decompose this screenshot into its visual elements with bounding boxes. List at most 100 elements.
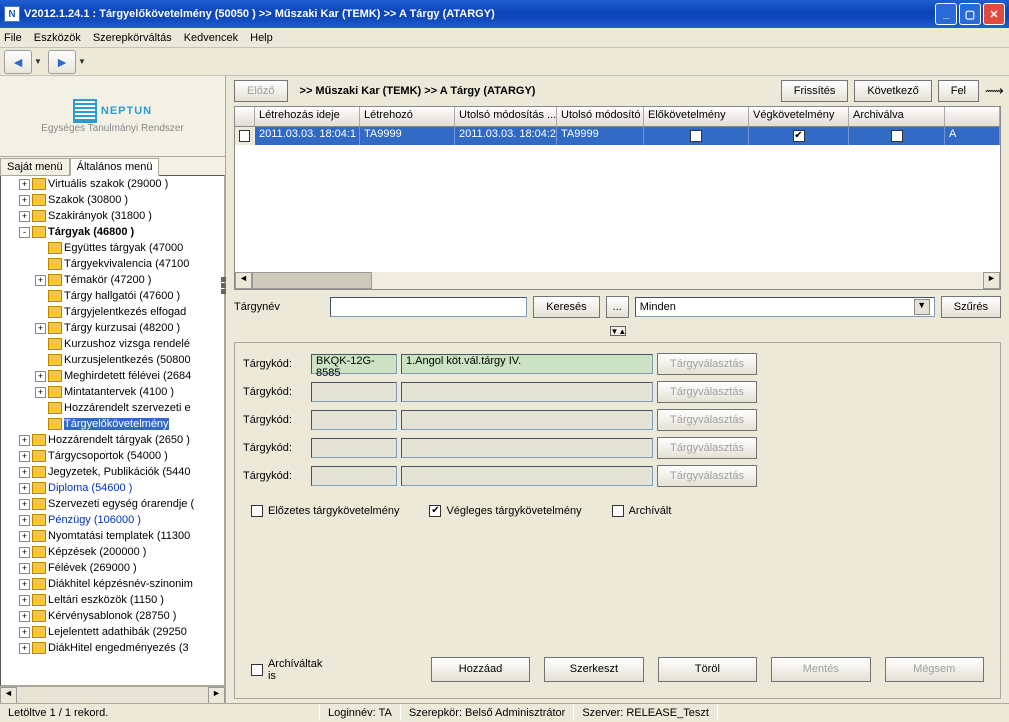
data-grid[interactable]: Létrehozás ideje Létrehozó Utolsó módosí…: [234, 106, 1001, 290]
menu-help[interactable]: Help: [250, 32, 273, 44]
grid-header-created[interactable]: Létrehozás ideje: [255, 107, 360, 126]
tree-scrollbar[interactable]: ◄►: [0, 686, 225, 703]
splitter-handle[interactable]: [221, 276, 226, 295]
check-archived[interactable]: [612, 505, 624, 517]
edit-button[interactable]: Szerkeszt: [544, 657, 643, 682]
prev-button[interactable]: Előző: [234, 80, 288, 102]
tree-item[interactable]: +Szakirányok (31800 ): [1, 208, 224, 224]
tree-item[interactable]: +Diákhitel képzésnév-szinonim: [1, 576, 224, 592]
tree-item[interactable]: +Mintatantervek (4100 ): [1, 384, 224, 400]
navigation-tree[interactable]: +Virtuális szakok (29000 )+Szakok (30800…: [0, 175, 225, 686]
nav-back-button[interactable]: ◄: [4, 50, 32, 74]
tree-expand-icon[interactable]: +: [19, 563, 30, 574]
tree-item[interactable]: -Tárgyak (46800 ): [1, 224, 224, 240]
check-final[interactable]: ✔: [429, 505, 441, 517]
close-button[interactable]: ✕: [983, 3, 1005, 25]
grid-header-checkbox[interactable]: [235, 107, 255, 126]
tree-item[interactable]: +Félévek (269000 ): [1, 560, 224, 576]
tree-expand-icon[interactable]: +: [19, 451, 30, 462]
grid-header-archived[interactable]: Archiválva: [849, 107, 945, 126]
tree-item[interactable]: +Jegyzetek, Publikációk (5440: [1, 464, 224, 480]
tree-expand-icon[interactable]: +: [19, 467, 30, 478]
choose-subject-button-4[interactable]: Tárgyválasztás: [657, 465, 757, 487]
tree-expand-icon[interactable]: +: [35, 275, 46, 286]
tree-expand-icon[interactable]: +: [19, 179, 30, 190]
table-row[interactable]: 2011.03.03. 18:04:1 TA9999 2011.03.03. 1…: [235, 127, 1000, 145]
choose-subject-button-0[interactable]: Tárgyválasztás: [657, 353, 757, 375]
tree-item[interactable]: Tárgyelőkövetelmény: [1, 416, 224, 432]
search-more-button[interactable]: ...: [606, 296, 629, 318]
tree-item[interactable]: Tárgyjelentkezés elfogad: [1, 304, 224, 320]
tree-item[interactable]: +Meghirdetett félévei (2684: [1, 368, 224, 384]
tree-expand-icon[interactable]: +: [19, 579, 30, 590]
search-input[interactable]: [330, 297, 527, 317]
tree-expand-icon[interactable]: +: [35, 371, 46, 382]
grid-header-modified[interactable]: Utolsó módosítás ...: [455, 107, 557, 126]
tab-own-menu[interactable]: Saját menü: [0, 158, 70, 176]
tree-item[interactable]: +Nyomtatási templatek (11300: [1, 528, 224, 544]
tree-item[interactable]: +Témakör (47200 ): [1, 272, 224, 288]
next-button[interactable]: Következő: [854, 80, 931, 102]
tree-item[interactable]: Kurzusjelentkezés (50800: [1, 352, 224, 368]
check-archived-also[interactable]: [251, 664, 263, 676]
tree-item[interactable]: +Képzések (200000 ): [1, 544, 224, 560]
grid-header-pre[interactable]: Előkövetelmény: [644, 107, 749, 126]
nav-forward-dropdown[interactable]: ▼: [78, 57, 90, 66]
tree-item[interactable]: +Kérvénysablonok (28750 ): [1, 608, 224, 624]
tree-expand-icon[interactable]: +: [19, 531, 30, 542]
tree-item[interactable]: +Lejelentett adathibák (29250: [1, 624, 224, 640]
grid-scrollbar[interactable]: ◄►: [235, 272, 1000, 289]
tree-item[interactable]: Együttes tárgyak (47000: [1, 240, 224, 256]
tree-expand-icon[interactable]: +: [19, 435, 30, 446]
tree-item[interactable]: +Tárgy kurzusai (48200 ): [1, 320, 224, 336]
tree-item[interactable]: +Diploma (54600 ): [1, 480, 224, 496]
grid-header-modifier[interactable]: Utolsó módosító: [557, 107, 644, 126]
minimize-button[interactable]: _: [935, 3, 957, 25]
filter-button[interactable]: Szűrés: [941, 296, 1001, 318]
tree-expand-icon[interactable]: +: [19, 547, 30, 558]
add-button[interactable]: Hozzáad: [431, 657, 530, 682]
delete-button[interactable]: Töröl: [658, 657, 757, 682]
tree-item[interactable]: Tárgyekvivalencia (47100: [1, 256, 224, 272]
choose-subject-button-2[interactable]: Tárgyválasztás: [657, 409, 757, 431]
collapse-up-icon[interactable]: ▼▲: [610, 326, 626, 336]
tree-item[interactable]: +Szakok (30800 ): [1, 192, 224, 208]
row-checkbox[interactable]: [239, 130, 250, 142]
tree-item[interactable]: +Hozzárendelt tárgyak (2650 ): [1, 432, 224, 448]
menu-favorites[interactable]: Kedvencek: [184, 32, 238, 44]
tree-expand-icon[interactable]: +: [35, 323, 46, 334]
tree-expand-icon[interactable]: +: [19, 211, 30, 222]
tree-expand-icon[interactable]: -: [19, 227, 30, 238]
tree-item[interactable]: +Leltári eszközök (1150 ): [1, 592, 224, 608]
menu-file[interactable]: File: [4, 32, 22, 44]
save-button[interactable]: Mentés: [771, 657, 870, 682]
search-combo[interactable]: Minden▼: [635, 297, 935, 317]
tree-expand-icon[interactable]: +: [19, 515, 30, 526]
tree-expand-icon[interactable]: +: [35, 387, 46, 398]
tree-expand-icon[interactable]: +: [19, 499, 30, 510]
tree-item[interactable]: Kurzushoz vizsga rendelé: [1, 336, 224, 352]
cell-pre-checkbox[interactable]: [690, 130, 702, 142]
menu-roleswitch[interactable]: Szerepkörváltás: [93, 32, 172, 44]
check-pre[interactable]: [251, 505, 263, 517]
grid-header-creator[interactable]: Létrehozó: [360, 107, 455, 126]
tree-item[interactable]: +Szervezeti egység órarendje (: [1, 496, 224, 512]
pin-icon[interactable]: ⟿: [985, 83, 1001, 99]
tree-expand-icon[interactable]: +: [19, 643, 30, 654]
grid-header-extra[interactable]: [945, 107, 1000, 126]
nav-forward-button[interactable]: ►: [48, 50, 76, 74]
up-button[interactable]: Fel: [938, 80, 979, 102]
tree-expand-icon[interactable]: +: [19, 195, 30, 206]
search-button[interactable]: Keresés: [533, 296, 599, 318]
cancel-button[interactable]: Mégsem: [885, 657, 984, 682]
tree-item[interactable]: +Pénzügy (106000 ): [1, 512, 224, 528]
tree-expand-icon[interactable]: +: [19, 595, 30, 606]
tree-item[interactable]: Tárgy hallgatói (47600 ): [1, 288, 224, 304]
cell-end-checkbox[interactable]: ✔: [793, 130, 805, 142]
refresh-button[interactable]: Frissítés: [781, 80, 849, 102]
tree-item[interactable]: +DiákHitel engedményezés (3: [1, 640, 224, 656]
nav-back-dropdown[interactable]: ▼: [34, 57, 46, 66]
choose-subject-button-1[interactable]: Tárgyválasztás: [657, 381, 757, 403]
tree-expand-icon[interactable]: +: [19, 611, 30, 622]
tree-item[interactable]: +Virtuális szakok (29000 ): [1, 176, 224, 192]
